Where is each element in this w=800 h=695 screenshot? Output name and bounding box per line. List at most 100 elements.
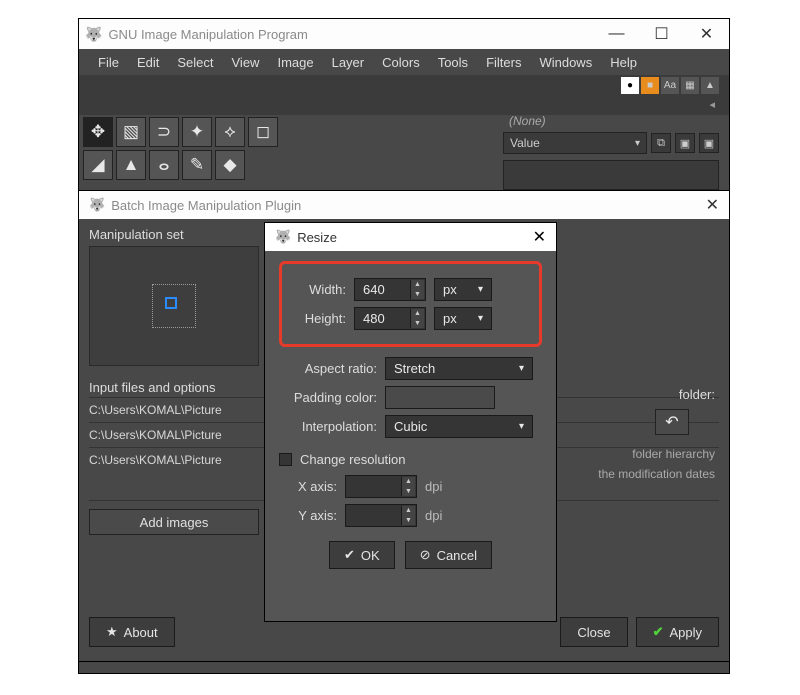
change-resolution-label: Change resolution: [300, 452, 406, 467]
add-images-button[interactable]: Add images: [89, 509, 259, 535]
menu-colors[interactable]: Colors: [373, 51, 429, 74]
resize-step-thumb[interactable]: [152, 284, 196, 328]
app-icon: 🐺: [85, 26, 102, 43]
modification-dates-text: the modification dates: [598, 467, 715, 481]
change-resolution-checkbox[interactable]: [279, 453, 292, 466]
dock-tab-2[interactable]: ■: [641, 77, 659, 94]
brush-tool-icon[interactable]: ⴰ: [149, 150, 179, 180]
plugin-close-footer-button[interactable]: Close: [560, 617, 627, 647]
menu-image[interactable]: Image: [268, 51, 322, 74]
pencil-tool-icon[interactable]: ▲: [116, 150, 146, 180]
paint-tool-icon[interactable]: ✎: [182, 150, 212, 180]
height-unit-select[interactable]: px ▾: [434, 307, 492, 330]
y-unit-label: dpi: [425, 508, 449, 523]
plugin-close-button[interactable]: ✕: [706, 190, 719, 220]
interpolation-select[interactable]: Cubic ▾: [385, 415, 533, 438]
menu-file[interactable]: File: [89, 51, 128, 74]
menu-help[interactable]: Help: [601, 51, 646, 74]
ok-button[interactable]: ✔ OK: [329, 541, 395, 569]
x-axis-input: ▲▼: [345, 475, 417, 498]
plugin-title: Batch Image Manipulation Plugin: [111, 198, 301, 213]
menu-select[interactable]: Select: [168, 51, 222, 74]
interpolation-label: Interpolation:: [279, 419, 377, 434]
transform-tool-icon[interactable]: ◻: [248, 117, 278, 147]
menubar: File Edit Select View Image Layer Colors…: [79, 49, 729, 75]
chevron-down-icon: ▾: [478, 313, 483, 324]
dock-tab-5[interactable]: ▲: [701, 77, 719, 94]
picture2-icon-button[interactable]: ▣: [699, 133, 719, 153]
dock-tab-4[interactable]: ▦: [681, 77, 699, 94]
x-unit-label: dpi: [425, 479, 449, 494]
resize-dialog: 🐺 Resize ✕ Width: 640 ▲▼ px ▾ Height: 48…: [264, 222, 557, 622]
check-icon: ✔: [653, 624, 664, 640]
menu-tools[interactable]: Tools: [429, 51, 477, 74]
crop-tool-icon[interactable]: ⟡: [215, 117, 245, 147]
height-label: Height:: [288, 311, 346, 326]
eraser-tool-icon[interactable]: ◆: [215, 150, 245, 180]
toolbox: ✥ ▧ ⊃ ✦ ⟡ ◻ ◢ ▲ ⴰ ✎ ◆: [83, 117, 278, 180]
move-tool-icon[interactable]: ✥: [83, 117, 113, 147]
histogram-area: [503, 160, 719, 190]
width-input[interactable]: 640 ▲▼: [354, 278, 426, 301]
spin-down-icon[interactable]: ▼: [410, 319, 424, 329]
resize-close-button[interactable]: ✕: [533, 227, 546, 247]
rect-select-tool-icon[interactable]: ▧: [116, 117, 146, 147]
menu-icon[interactable]: ◂: [709, 98, 715, 111]
about-button[interactable]: ★ About: [89, 617, 175, 647]
y-axis-label: Y axis:: [279, 508, 337, 523]
undo-button[interactable]: ↶: [655, 409, 689, 435]
chevron-down-icon: ▾: [519, 363, 524, 374]
menu-view[interactable]: View: [223, 51, 269, 74]
picture-icon-button[interactable]: ▣: [675, 133, 695, 153]
minimize-button[interactable]: —: [594, 19, 639, 49]
spin-up-icon: ▲: [401, 477, 415, 487]
channel-select-label: Value: [510, 136, 540, 150]
y-axis-input: ▲▼: [345, 504, 417, 527]
width-label: Width:: [288, 282, 346, 297]
app-icon: 🐺: [89, 197, 105, 213]
width-unit-select[interactable]: px ▾: [434, 278, 492, 301]
edit-icon-button[interactable]: ⧉: [651, 133, 671, 153]
padding-color-button[interactable]: [385, 386, 495, 409]
folder-hierarchy-text: folder hierarchy: [632, 447, 715, 461]
padding-color-label: Padding color:: [279, 390, 377, 405]
star-icon: ★: [106, 624, 118, 640]
menu-filters[interactable]: Filters: [477, 51, 530, 74]
bucket-tool-icon[interactable]: ◢: [83, 150, 113, 180]
lasso-tool-icon[interactable]: ⊃: [149, 117, 179, 147]
manipulation-set-panel[interactable]: A: [89, 246, 259, 366]
menu-windows[interactable]: Windows: [530, 51, 601, 74]
prohibit-icon: ⊘: [420, 547, 431, 563]
menu-layer[interactable]: Layer: [323, 51, 374, 74]
side-panel: (None) Value ▾ ⧉ ▣ ▣: [503, 114, 719, 190]
aspect-ratio-label: Aspect ratio:: [279, 361, 377, 376]
aspect-ratio-select[interactable]: Stretch ▾: [385, 357, 533, 380]
channel-select[interactable]: Value ▾: [503, 132, 647, 154]
x-axis-label: X axis:: [279, 479, 337, 494]
height-input[interactable]: 480 ▲▼: [354, 307, 426, 330]
channel-none-label: (None): [503, 114, 719, 128]
dock-tab-1[interactable]: ●: [621, 77, 639, 94]
apply-button[interactable]: ✔ Apply: [636, 617, 719, 647]
cancel-button[interactable]: ⊘ Cancel: [405, 541, 492, 569]
dock-tab-3[interactable]: Aa: [661, 77, 679, 94]
plugin-titlebar: 🐺 Batch Image Manipulation Plugin ✕: [79, 191, 729, 219]
close-button[interactable]: ✕: [684, 19, 729, 49]
chevron-down-icon: ▾: [478, 284, 483, 295]
output-folder-label: folder:: [679, 387, 715, 402]
spin-up-icon[interactable]: ▲: [410, 309, 424, 319]
dock-tabs: ● ■ Aa ▦ ▲: [621, 77, 719, 94]
resize-titlebar: 🐺 Resize ✕: [265, 223, 556, 251]
app-icon: 🐺: [275, 229, 291, 245]
menu-edit[interactable]: Edit: [128, 51, 168, 74]
spin-down-icon[interactable]: ▼: [410, 290, 424, 300]
dock-strip: ● ■ Aa ▦ ▲ ◂: [79, 75, 729, 115]
spin-up-icon: ▲: [401, 506, 415, 516]
wand-tool-icon[interactable]: ✦: [182, 117, 212, 147]
spin-down-icon: ▼: [401, 516, 415, 526]
spin-up-icon[interactable]: ▲: [410, 280, 424, 290]
dimensions-highlight: Width: 640 ▲▼ px ▾ Height: 480 ▲▼ px: [279, 261, 542, 347]
maximize-button[interactable]: ☐: [639, 19, 684, 49]
spin-down-icon: ▼: [401, 487, 415, 497]
window-title: GNU Image Manipulation Program: [108, 27, 307, 42]
